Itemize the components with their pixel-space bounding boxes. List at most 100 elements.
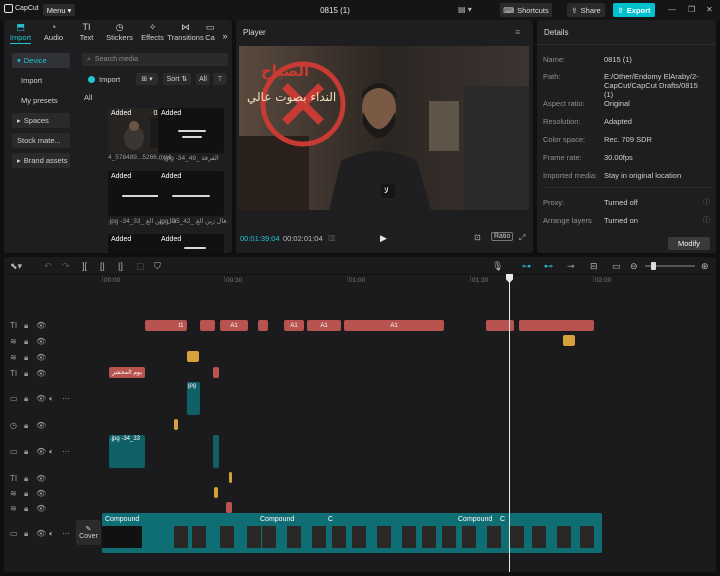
media-item[interactable]: Added — [158, 171, 224, 216]
zoom-in-icon[interactable]: ⊕ — [701, 261, 709, 271]
undo-icon[interactable]: ↶ — [44, 261, 52, 271]
preview-icon[interactable]: ▭ — [612, 261, 621, 271]
side-item-import[interactable]: Import — [12, 73, 70, 88]
player-menu-icon[interactable]: ≡ — [515, 27, 520, 37]
tab-stickers[interactable]: ◷ Stickers — [103, 20, 136, 44]
minimize-icon[interactable]: — — [668, 5, 676, 14]
lock-icon[interactable]: 🔒︎ — [24, 474, 28, 483]
text-clip[interactable] — [226, 502, 232, 513]
split-right-icon[interactable]: |] — [118, 261, 123, 271]
fullscreen-icon[interactable]: ⤢ — [519, 233, 525, 243]
close-icon[interactable]: ✕ — [706, 5, 713, 14]
shield-icon[interactable]: ⛉ — [154, 261, 161, 271]
eye-icon[interactable]: 👁︎ — [36, 353, 46, 362]
zoom-slider-handle[interactable] — [651, 262, 656, 270]
eye-icon[interactable]: 👁︎ — [36, 369, 46, 378]
eye-icon[interactable]: 👁︎ — [36, 489, 46, 498]
text-clip[interactable]: A1 — [220, 320, 248, 331]
filter-icon[interactable]: ⊤ — [213, 73, 227, 85]
lock-icon[interactable]: 🔒︎ — [24, 394, 28, 403]
lock-icon[interactable]: 🔒︎ — [24, 337, 28, 346]
sticker-clip[interactable] — [563, 335, 575, 346]
text-clip[interactable]: يوم المحشر — [109, 367, 145, 378]
tab-captions[interactable]: ▭ Ca — [202, 20, 218, 44]
side-item-my-presets[interactable]: My presets — [12, 93, 70, 108]
layout-icon[interactable]: ▤ ▾ — [458, 5, 472, 14]
ratio-button[interactable]: Ratio — [491, 232, 514, 241]
more-icon[interactable]: ⋯ — [62, 529, 70, 538]
info-icon[interactable]: ⓘ — [703, 197, 710, 207]
modify-button[interactable]: Modify — [668, 237, 710, 250]
filter-all-button[interactable]: All — [196, 73, 210, 85]
eye-icon[interactable]: 👁︎ — [36, 529, 46, 538]
import-button[interactable]: Import — [88, 75, 120, 84]
eye-icon[interactable]: 👁︎ — [36, 337, 46, 346]
eye-icon[interactable]: 👁︎ — [36, 394, 46, 403]
time-ruler[interactable]: 00:00 00:30 01:00 01:30 02:00 — [102, 276, 716, 288]
tabs-expand-icon[interactable]: » — [218, 20, 232, 44]
play-icon[interactable]: ▶ — [380, 233, 387, 244]
text-clip[interactable]: A1 — [284, 320, 304, 331]
main-video-track[interactable]: Compound Compound C Compound C — [102, 513, 602, 553]
eye-icon[interactable]: 👁︎ — [36, 504, 46, 513]
more-icon[interactable]: ⋯ — [62, 394, 70, 403]
image-clip[interactable]: .jpg -34_33 — [109, 435, 145, 468]
split-icon[interactable]: ][ — [82, 261, 87, 271]
side-item-device[interactable]: ▾ Device — [12, 53, 70, 68]
split-left-icon[interactable]: [| — [100, 261, 105, 271]
delete-icon[interactable]: ▢ — [136, 261, 145, 271]
link-icon[interactable]: ⊷ — [544, 261, 553, 271]
tab-import[interactable]: ⬒ Import — [4, 20, 37, 44]
text-clip[interactable] — [519, 320, 594, 331]
text-clip[interactable] — [200, 320, 215, 331]
fit-icon[interactable]: ⊡ — [474, 233, 481, 242]
audio-icon[interactable]: 🔈︎ — [49, 529, 54, 538]
lock-icon[interactable]: 🔒︎ — [24, 321, 28, 330]
lock-icon[interactable]: 🔒︎ — [24, 529, 28, 538]
eye-icon[interactable]: 👁︎ — [36, 474, 46, 483]
info-icon[interactable]: ⓘ — [703, 215, 710, 225]
audio-icon[interactable]: 🔈︎ — [49, 447, 54, 456]
audio-icon[interactable]: 🔈︎ — [49, 394, 54, 403]
export-button[interactable]: ⇧ Export — [613, 3, 655, 17]
text-clip[interactable]: A1 — [307, 320, 341, 331]
tab-audio[interactable]: ◔ Audio — [37, 20, 70, 44]
sticker-clip[interactable] — [187, 351, 199, 362]
microphone-icon[interactable]: 🎙 — [492, 261, 503, 271]
lock-icon[interactable]: 🔒︎ — [24, 421, 28, 430]
image-clip[interactable] — [213, 435, 219, 468]
search-input[interactable]: ⌕ Search media — [82, 53, 228, 66]
tab-transitions[interactable]: ⋈ Transitions — [167, 20, 203, 44]
media-item[interactable]: Added — [158, 234, 224, 253]
select-tool-icon[interactable]: ⬉▾ — [10, 261, 22, 271]
more-icon[interactable]: ⋯ — [62, 447, 70, 456]
sticker-clip[interactable] — [214, 487, 218, 498]
sticker-clip[interactable] — [229, 472, 232, 483]
video-preview[interactable]: الصياح النداء بصوت عالي لا — [239, 46, 529, 210]
text-clip[interactable] — [213, 367, 219, 378]
eye-icon[interactable]: 👁︎ — [36, 321, 46, 330]
share-button[interactable]: ⇪ Share — [567, 3, 605, 17]
playhead[interactable] — [509, 274, 510, 572]
view-grid-button[interactable]: ⊞ ▾ — [136, 73, 158, 85]
side-item-spaces[interactable]: ▸ Spaces — [12, 113, 70, 128]
side-item-stock-materials[interactable]: Stock mate... — [12, 133, 70, 148]
magnet-icon[interactable]: ⊶ — [522, 261, 531, 271]
zoom-out-icon[interactable]: ⊖ — [630, 261, 638, 271]
shortcuts-button[interactable]: ⌨ Shortcuts — [500, 3, 552, 17]
align-icon[interactable]: ⊟ — [590, 261, 598, 271]
sort-button[interactable]: Sort ⇅ — [163, 73, 191, 85]
cover-button[interactable]: ✎ Cover — [76, 520, 101, 545]
restore-icon[interactable]: ❐ — [688, 5, 695, 14]
lock-icon[interactable]: 🔒︎ — [24, 369, 28, 378]
lock-icon[interactable]: 🔒︎ — [24, 353, 28, 362]
menu-button[interactable]: Menu ▾ — [43, 4, 75, 16]
tab-text[interactable]: TI Text — [70, 20, 103, 44]
redo-icon[interactable]: ↷ — [62, 261, 70, 271]
tab-effects[interactable]: ✧ Effects — [136, 20, 169, 44]
eye-icon[interactable]: 👁︎ — [36, 421, 46, 430]
lock-icon[interactable]: 🔒︎ — [24, 504, 28, 513]
timeline-mode-icon[interactable]: ▥ — [328, 233, 336, 242]
chain-icon[interactable]: ⊸ — [567, 261, 575, 271]
media-item[interactable]: Added — [158, 108, 224, 153]
